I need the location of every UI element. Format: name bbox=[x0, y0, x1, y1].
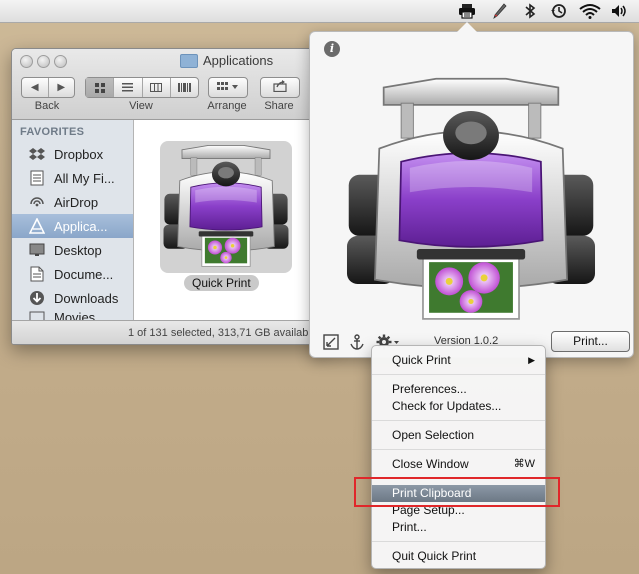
sidebar-item-documents[interactable]: Docume... bbox=[12, 262, 133, 286]
applications-icon bbox=[28, 218, 46, 234]
annotation-highlight-box bbox=[354, 477, 560, 507]
finder-sidebar: FAVORITES Dropbox All My Fi... AirDrop A… bbox=[12, 120, 134, 320]
quick-print-app-icon[interactable] bbox=[160, 141, 292, 273]
back-label: Back bbox=[34, 100, 60, 112]
desktop-icon bbox=[28, 242, 46, 258]
menu-item-check-for-updates[interactable]: Check for Updates... bbox=[372, 398, 545, 415]
coverflow-view-icon[interactable] bbox=[171, 78, 198, 97]
gear-menu: Quick Print ▶ Preferences... Check for U… bbox=[371, 345, 546, 569]
sidebar-item-dropbox[interactable]: Dropbox bbox=[12, 142, 133, 166]
finder-status-bar: 1 of 131 selected, 313,71 GB available bbox=[12, 320, 332, 344]
minimize-button[interactable] bbox=[37, 55, 50, 68]
share-button[interactable] bbox=[260, 77, 300, 98]
documents-icon bbox=[28, 266, 46, 282]
column-view-icon[interactable] bbox=[143, 78, 171, 97]
quick-print-printer-icon bbox=[163, 144, 289, 267]
menu-item-print[interactable]: Print... bbox=[372, 519, 545, 536]
sidebar-item-all-my-files[interactable]: All My Fi... bbox=[12, 166, 133, 190]
sidebar-item-downloads[interactable]: Downloads bbox=[12, 286, 133, 310]
info-icon[interactable]: i bbox=[324, 41, 340, 57]
view-label: View bbox=[129, 100, 153, 112]
icon-view-icon[interactable] bbox=[86, 78, 115, 97]
view-control[interactable] bbox=[85, 77, 199, 98]
menu-separator bbox=[372, 541, 545, 542]
folder-icon bbox=[180, 53, 198, 68]
dropbox-icon bbox=[28, 146, 46, 162]
anchor-icon[interactable] bbox=[349, 334, 365, 350]
printer-icon[interactable] bbox=[452, 2, 482, 20]
menu-separator bbox=[372, 420, 545, 421]
menu-item-close-window[interactable]: Close Window ⌘W bbox=[372, 456, 545, 473]
menu-item-quit-quick-print[interactable]: Quit Quick Print bbox=[372, 548, 545, 565]
popover-arrow bbox=[457, 22, 477, 32]
list-view-icon[interactable] bbox=[114, 78, 143, 97]
wifi-icon[interactable] bbox=[578, 2, 602, 20]
volume-icon[interactable] bbox=[609, 2, 629, 20]
finder-content: Quick Print bbox=[134, 120, 332, 320]
back-forward-control[interactable]: ◀ ▶ bbox=[21, 77, 75, 98]
menu-separator bbox=[372, 449, 545, 450]
menu-separator bbox=[372, 374, 545, 375]
arrange-icon bbox=[217, 81, 239, 94]
quick-print-popover: i Version 1.0.2 Print... bbox=[309, 31, 634, 358]
print-button[interactable]: Print... bbox=[551, 331, 630, 352]
back-arrow-icon[interactable]: ◀ bbox=[22, 78, 49, 97]
menu-item-open-selection[interactable]: Open Selection bbox=[372, 427, 545, 444]
favorites-header: FAVORITES bbox=[20, 126, 85, 138]
downloads-icon bbox=[28, 290, 46, 306]
time-machine-icon[interactable] bbox=[549, 2, 569, 20]
submenu-arrow-icon: ▶ bbox=[528, 355, 535, 365]
resize-icon[interactable] bbox=[323, 334, 339, 350]
menu-bar bbox=[0, 0, 639, 23]
menu-item-quick-print[interactable]: Quick Print ▶ bbox=[372, 352, 545, 369]
arrange-label: Arrange bbox=[207, 100, 247, 112]
sidebar-item-movies[interactable]: Movies bbox=[12, 310, 133, 320]
share-label: Share bbox=[264, 100, 294, 112]
quick-print-app-label[interactable]: Quick Print bbox=[184, 275, 259, 291]
sidebar-item-airdrop[interactable]: AirDrop bbox=[12, 190, 133, 214]
close-window-shortcut: ⌘W bbox=[513, 458, 535, 470]
forward-arrow-icon[interactable]: ▶ bbox=[49, 78, 75, 97]
airdrop-icon bbox=[28, 194, 46, 210]
share-icon bbox=[273, 80, 287, 95]
movies-icon bbox=[28, 310, 46, 320]
finder-toolbar: Applications ◀ ▶ Back View Arrange Share bbox=[12, 49, 332, 120]
menu-item-preferences[interactable]: Preferences... bbox=[372, 381, 545, 398]
close-button[interactable] bbox=[20, 55, 33, 68]
bluetooth-icon[interactable] bbox=[521, 2, 539, 20]
sidebar-item-applications[interactable]: Applica... bbox=[12, 214, 133, 238]
finder-window: Applications ◀ ▶ Back View Arrange Share… bbox=[11, 48, 333, 345]
arrange-button[interactable] bbox=[208, 77, 248, 98]
zoom-button[interactable] bbox=[54, 55, 67, 68]
printer-preview-icon bbox=[346, 77, 596, 320]
pen-icon[interactable] bbox=[491, 2, 509, 20]
all-files-icon bbox=[28, 170, 46, 186]
sidebar-item-desktop[interactable]: Desktop bbox=[12, 238, 133, 262]
window-title: Applications bbox=[180, 53, 273, 68]
